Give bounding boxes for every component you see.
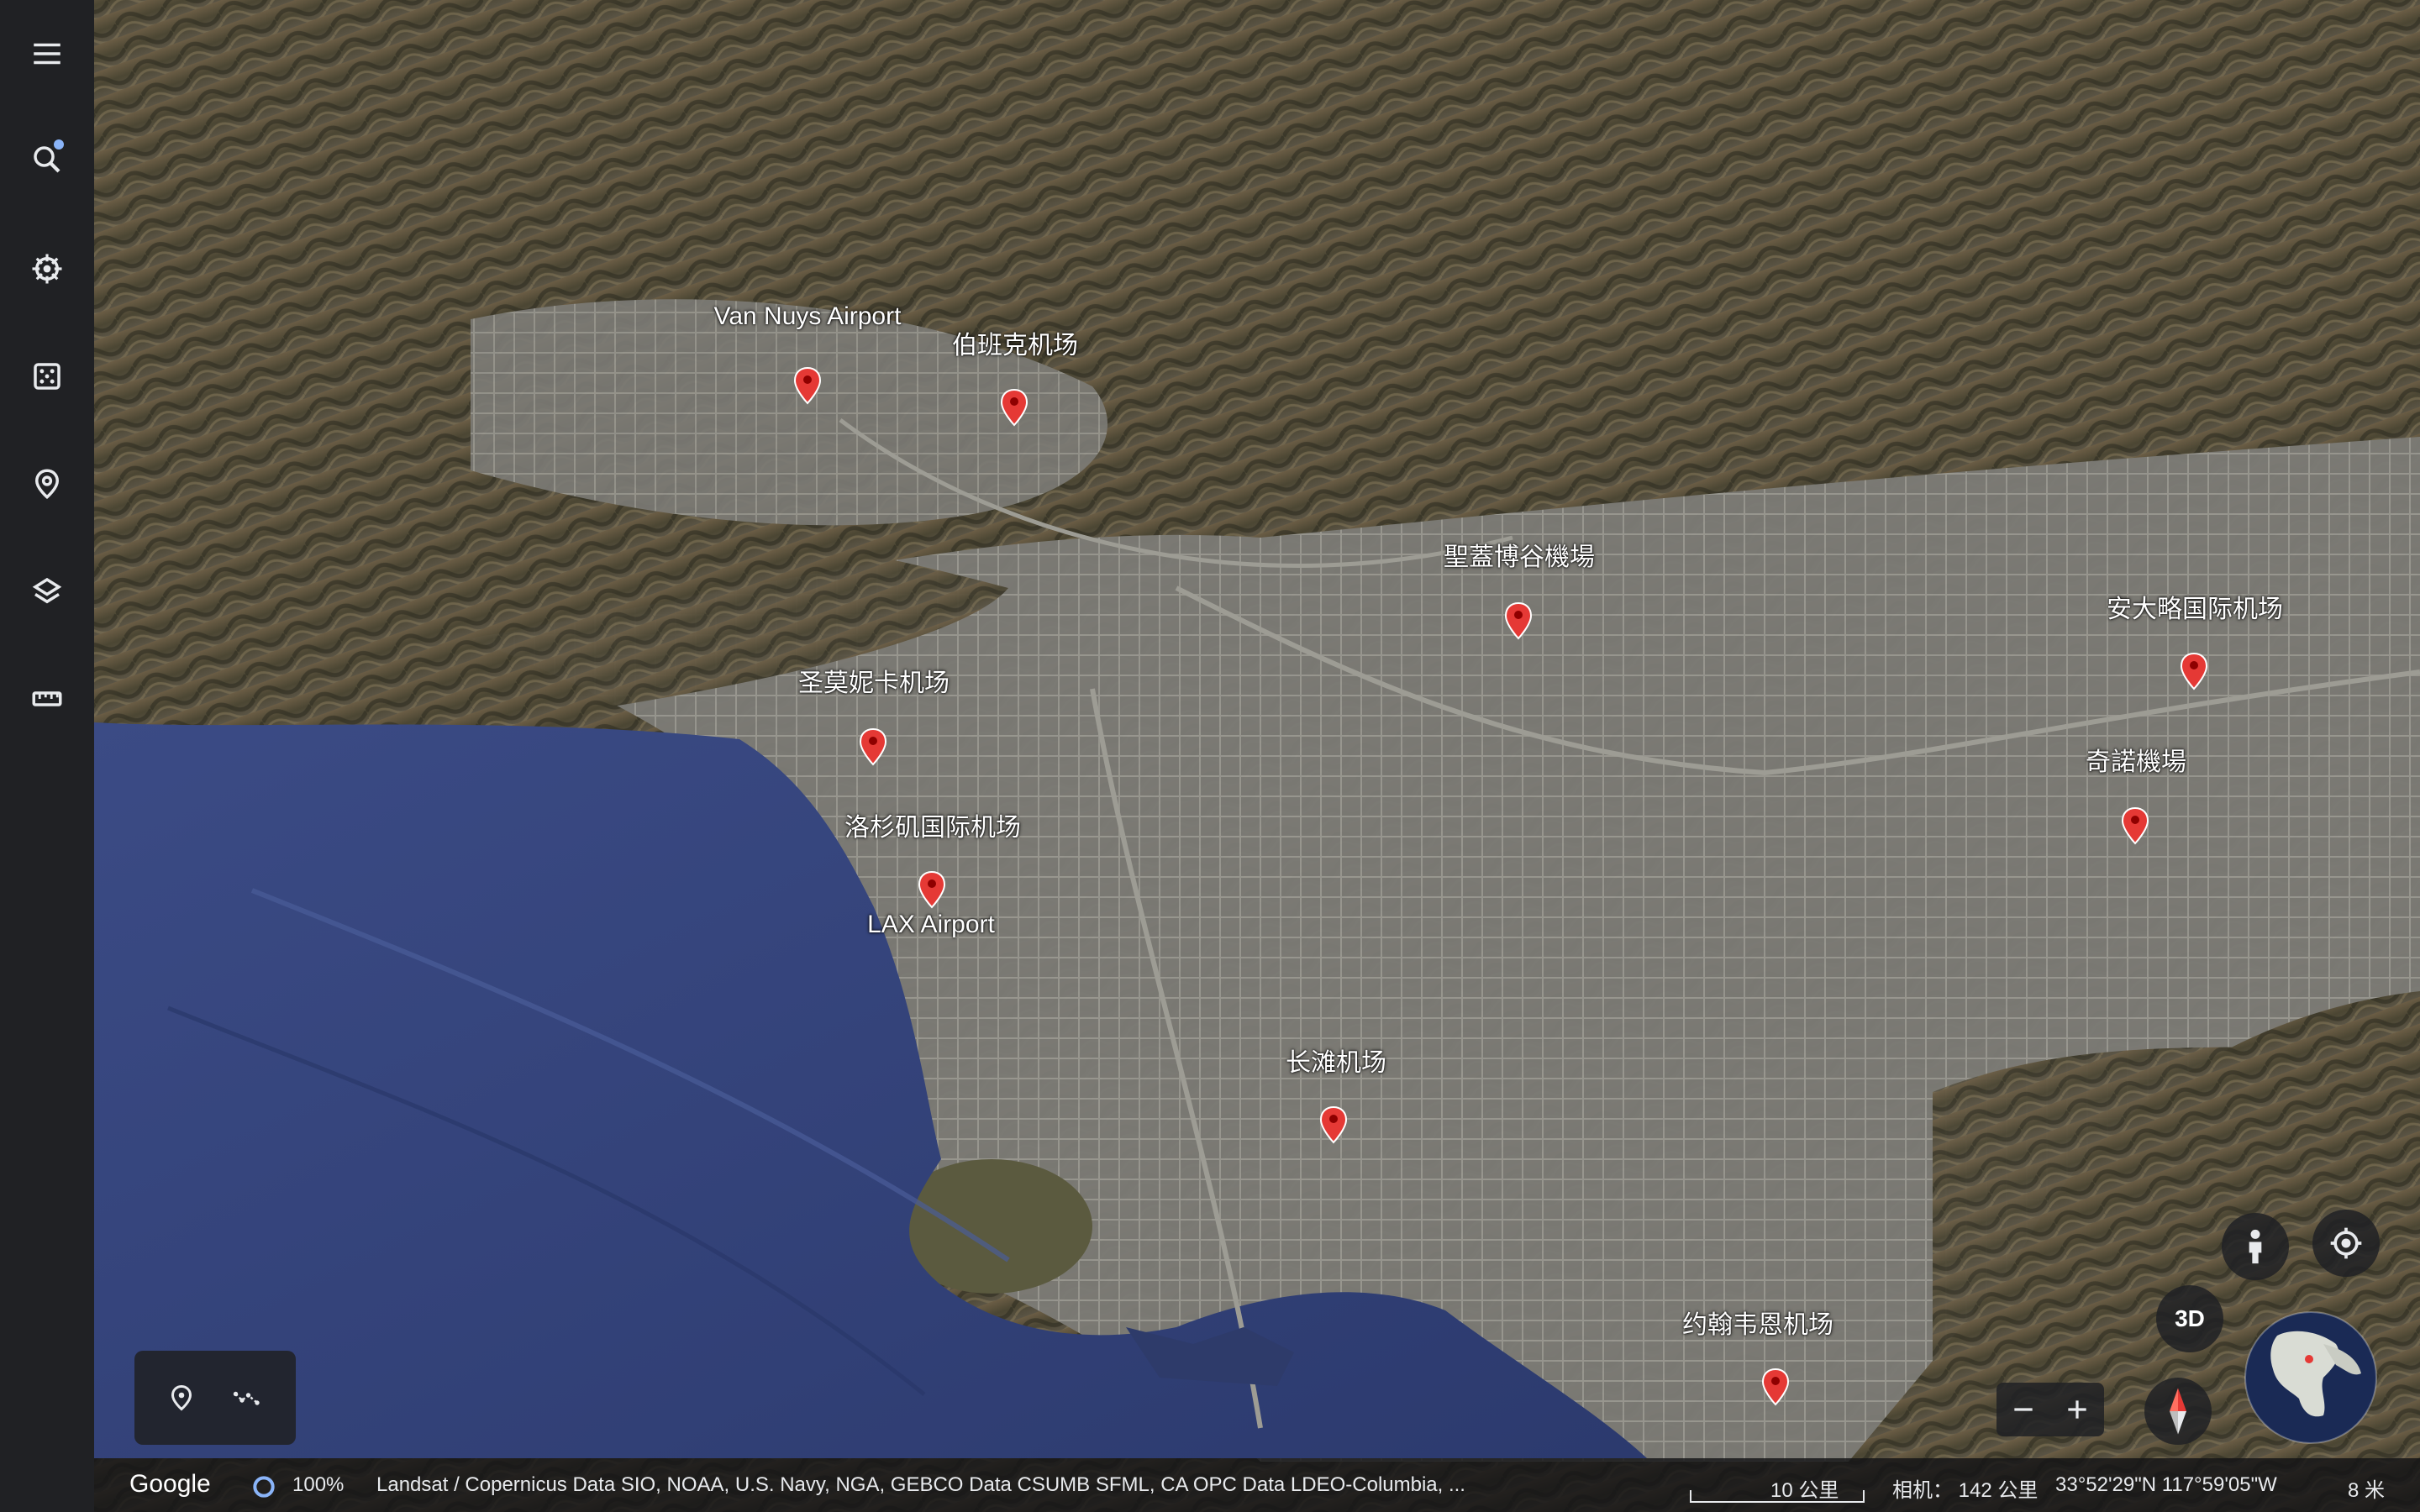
- place-label[interactable]: 安大略国际机场: [2107, 588, 2283, 625]
- place-label[interactable]: Van Nuys Airport: [714, 302, 902, 331]
- add-placemark-button[interactable]: [158, 1374, 205, 1421]
- ruler-icon: [32, 691, 62, 706]
- crosshair-icon: [2330, 1227, 2362, 1259]
- sidebar: [0, 0, 94, 1512]
- map-pin-outline-icon: [34, 469, 60, 500]
- map-pin-icon[interactable]: [1761, 1368, 1790, 1406]
- voyager-button[interactable]: [18, 240, 76, 297]
- globe-minimap[interactable]: [2244, 1310, 2378, 1445]
- plus-icon: [2068, 1400, 2086, 1419]
- google-logo: Google: [129, 1470, 211, 1498]
- draw-path-button[interactable]: [224, 1374, 271, 1421]
- map-pin-icon[interactable]: [1319, 1105, 1348, 1144]
- map-style-button[interactable]: [18, 563, 76, 620]
- coordinates: 33°52'29"N 117°59'05"W: [2055, 1473, 2277, 1496]
- path-icon: [233, 1391, 260, 1405]
- minus-icon: [2014, 1408, 2033, 1411]
- place-label[interactable]: 奇諾機場: [2086, 741, 2186, 778]
- compass-icon: [2170, 1388, 2186, 1435]
- pegman-icon: [2249, 1229, 2262, 1264]
- map-pin-icon[interactable]: [2180, 652, 2208, 690]
- menu-icon: [34, 43, 60, 65]
- elevation: 8 米: [2348, 1479, 2386, 1502]
- place-label[interactable]: 聖蓋博谷機場: [1444, 536, 1595, 573]
- map-pin-icon[interactable]: [918, 870, 946, 909]
- loading-ring-icon: [253, 1476, 275, 1498]
- map-pin-icon[interactable]: [793, 366, 822, 405]
- status-bar: Google 100% Landsat / Copernicus Data SI…: [94, 1458, 2420, 1512]
- globe-location-dot: [2305, 1355, 2313, 1363]
- place-label[interactable]: LAX Airport: [867, 911, 995, 939]
- dice-icon: [34, 363, 60, 390]
- my-location-button[interactable]: [2312, 1210, 2380, 1277]
- drawing-toolbox: [134, 1351, 296, 1445]
- map-pin-icon[interactable]: [1504, 601, 1533, 640]
- place-label[interactable]: 长滩机场: [1286, 1042, 1386, 1079]
- camera-altitude: 相机： 142 公里: [1892, 1479, 2039, 1502]
- loading-percent: 100%: [292, 1473, 345, 1496]
- scale-label: 10 公里: [1770, 1479, 1839, 1502]
- place-label[interactable]: 洛杉矶国际机场: [844, 806, 1021, 843]
- data-attribution[interactable]: Landsat / Copernicus Data SIO, NOAA, U.S…: [376, 1473, 1465, 1497]
- map-pin-icon[interactable]: [859, 727, 887, 766]
- toggle-3d-label: 3D: [2175, 1305, 2205, 1331]
- map-pin-icon[interactable]: [1000, 388, 1028, 427]
- pegman-button[interactable]: [2222, 1213, 2289, 1280]
- notification-dot: [54, 139, 64, 150]
- zoom-in-button[interactable]: [2050, 1383, 2104, 1436]
- zoom-controls: [1996, 1383, 2104, 1436]
- compass-button[interactable]: [2144, 1378, 2212, 1445]
- place-label[interactable]: 约翰韦恩机场: [1682, 1304, 1833, 1341]
- search-button[interactable]: [18, 131, 76, 188]
- placemark-icon: [171, 1384, 192, 1411]
- voyager-icon: [32, 254, 62, 284]
- measure-button[interactable]: [18, 670, 76, 727]
- feeling-lucky-button[interactable]: [18, 348, 76, 405]
- toggle-3d-button[interactable]: 3D: [2156, 1285, 2223, 1352]
- zoom-out-button[interactable]: [1996, 1383, 2050, 1436]
- place-label[interactable]: 圣莫妮卡机场: [798, 662, 950, 699]
- projects-button[interactable]: [18, 455, 76, 512]
- layers-icon: [32, 577, 62, 604]
- menu-button[interactable]: [18, 25, 76, 82]
- map-pin-icon[interactable]: [2121, 806, 2149, 845]
- satellite-map[interactable]: [0, 0, 2420, 1512]
- place-label[interactable]: 伯班克机场: [952, 324, 1078, 361]
